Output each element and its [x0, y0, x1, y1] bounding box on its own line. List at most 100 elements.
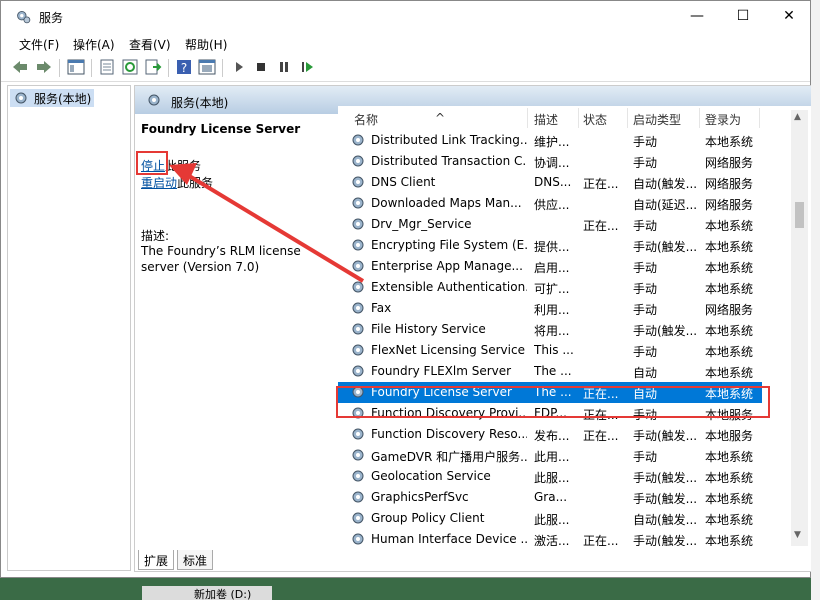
service-name: Extensible Authentication... [371, 280, 527, 294]
menu-file[interactable]: 文件(F) [19, 36, 59, 53]
service-row[interactable]: Human Interface Device ... 激活... 正在... 手动(触… [338, 529, 762, 546]
refresh-icon[interactable] [121, 58, 139, 76]
tree-item-services-local[interactable]: 服务(本地) [10, 89, 95, 107]
restart-suffix: 此服务 [177, 176, 214, 190]
service-row[interactable]: Foundry FLEXlm Server The ... 自动 本地系统 [338, 361, 762, 382]
service-startup-type: 手动 [633, 261, 658, 275]
service-name: Fax [371, 301, 392, 315]
console-icon[interactable] [198, 58, 216, 76]
service-gear-icon [352, 239, 364, 251]
service-description: DNS... [534, 175, 572, 189]
toolbar-separator [59, 59, 60, 77]
column-divider[interactable] [699, 108, 700, 128]
toolbar-separator [168, 59, 169, 77]
menu-view[interactable]: 查看(V) [129, 36, 171, 53]
service-description: The ... [534, 364, 572, 378]
service-logon-as: 本地系统 [705, 324, 754, 338]
service-row[interactable]: Group Policy Client 此服... 自动(触发... 本地系统 [338, 508, 762, 529]
service-row[interactable]: Downloaded Maps Man... 供应... 自动(延迟... 网络服务 [338, 193, 762, 214]
service-status: 正在... [583, 534, 619, 546]
column-description[interactable]: 描述 [534, 111, 558, 128]
column-status[interactable]: 状态 [583, 111, 607, 128]
background-window-edge [811, 0, 820, 600]
pause-icon[interactable] [275, 58, 293, 76]
service-row[interactable]: Distributed Link Tracking... 维护... 手动 本地系统 [338, 130, 762, 151]
export-icon[interactable] [144, 58, 162, 76]
column-divider[interactable] [578, 108, 579, 128]
service-row[interactable]: File History Service 将用... 手动(触发... 本地系统 [338, 319, 762, 340]
service-name: FlexNet Licensing Service [371, 343, 525, 357]
service-row[interactable]: Function Discovery Reso... 发布... 正在... 手动(触… [338, 424, 762, 445]
column-logon-as[interactable]: 登录为 [705, 111, 741, 128]
tab-extended[interactable]: 扩展 [138, 550, 175, 570]
scroll-thumb[interactable] [795, 202, 804, 228]
service-logon-as: 本地系统 [705, 513, 754, 527]
console-tree: 服务(本地) [7, 85, 131, 571]
back-icon[interactable] [11, 58, 29, 76]
column-name[interactable]: 名称 [354, 111, 378, 128]
tree-item-label: 服务(本地) [34, 92, 92, 106]
column-divider[interactable] [527, 108, 528, 128]
service-name: Foundry FLEXlm Server [371, 364, 512, 378]
service-logon-as: 网络服务 [705, 303, 754, 317]
service-description: 激活... [534, 534, 570, 546]
restart-service-link[interactable]: 重启动 [141, 176, 177, 190]
restart-icon[interactable] [298, 58, 316, 76]
scroll-down-icon[interactable]: ▼ [794, 530, 801, 540]
service-name: Distributed Transaction C... [371, 154, 527, 168]
services-list: ^ 名称 描述 状态 启动类型 登录为 Distributed Link Tra… [338, 106, 812, 546]
stop-icon[interactable] [252, 58, 270, 76]
column-divider[interactable] [627, 108, 628, 128]
tab-standard[interactable]: 标准 [177, 550, 214, 570]
properties-icon[interactable] [98, 58, 116, 76]
menu-action[interactable]: 操作(A) [73, 36, 115, 53]
service-row[interactable]: Drv_Mgr_Service 正在... 手动 本地系统 [338, 214, 762, 235]
service-name: Drv_Mgr_Service [371, 217, 472, 231]
toolbar-separator [91, 59, 92, 77]
window-title: 服务 [39, 11, 64, 25]
service-status: 正在... [583, 177, 619, 191]
service-row[interactable]: Enterprise App Manage... 启用... 手动 本地系统 [338, 256, 762, 277]
forward-icon[interactable] [35, 58, 53, 76]
service-logon-as: 本地系统 [705, 240, 754, 254]
service-gear-icon [352, 512, 364, 524]
menu-bar: 文件(F) 操作(A) 查看(V) 帮助(H) [1, 32, 810, 54]
maximize-button[interactable]: ☐ [720, 1, 766, 32]
column-divider[interactable] [759, 108, 760, 128]
service-row[interactable]: Extensible Authentication... 可扩... 手动 本地系统 [338, 277, 762, 298]
column-startup-type[interactable]: 启动类型 [633, 111, 681, 128]
service-gear-icon [352, 176, 364, 188]
scroll-up-icon[interactable]: ▲ [794, 112, 801, 122]
service-logon-as: 本地系统 [705, 282, 754, 296]
service-logon-as: 本地系统 [705, 492, 754, 506]
service-row[interactable]: GameDVR 和广播用户服务... 此用... 手动 本地系统 [338, 445, 762, 466]
pane-header-title: 服务(本地) [171, 96, 229, 110]
service-status: 正在... [583, 429, 619, 443]
show-tree-icon[interactable] [67, 58, 85, 76]
service-description: 维护... [534, 135, 570, 149]
service-row[interactable]: Distributed Transaction C... 协调... 手动 网络服务 [338, 151, 762, 172]
view-tabs: 扩展 标准 [135, 548, 811, 572]
service-logon-as: 本地系统 [705, 135, 754, 149]
extended-description-panel: Foundry License Server 停止此服务 重启动此服务 描述: … [135, 114, 338, 544]
menu-help[interactable]: 帮助(H) [185, 36, 227, 53]
service-row[interactable]: Encrypting File System (E... 提供... 手动(触发..… [338, 235, 762, 256]
service-row[interactable]: Fax 利用... 手动 网络服务 [338, 298, 762, 319]
vertical-scrollbar[interactable]: ▲ ▼ [791, 110, 808, 546]
service-description: 协调... [534, 156, 570, 170]
start-icon[interactable] [230, 58, 248, 76]
service-row[interactable]: GraphicsPerfSvc Gra... 手动(触发... 本地系统 [338, 487, 762, 508]
minimize-button[interactable]: — [674, 1, 720, 32]
service-row[interactable]: FlexNet Licensing Service This ... 手动 本地系统 [338, 340, 762, 361]
description-label: 描述: [141, 229, 170, 243]
service-row[interactable]: DNS Client DNS... 正在... 自动(触发... 网络服务 [338, 172, 762, 193]
service-startup-type: 手动 [633, 345, 658, 359]
service-startup-type: 手动(触发... [633, 240, 698, 254]
service-row[interactable]: Geolocation Service 此服... 手动(触发... 本地系统 [338, 466, 762, 487]
help-icon[interactable]: ? [175, 58, 193, 76]
close-button[interactable]: ✕ [766, 1, 812, 32]
service-logon-as: 网络服务 [705, 156, 754, 170]
service-startup-type: 手动 [633, 219, 658, 233]
service-description: 此服... [534, 513, 570, 527]
service-gear-icon [352, 428, 364, 440]
